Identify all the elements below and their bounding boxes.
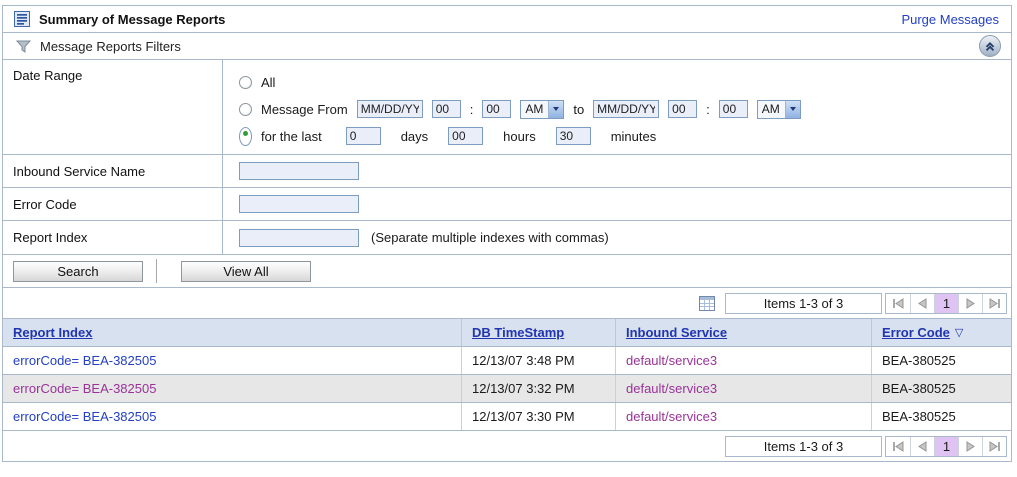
table-row: errorCode= BEA-382505 12/13/07 3:30 PM d… [3,403,1011,431]
for-the-last-radio-label: for the last [261,128,322,144]
error-code-input[interactable] [239,195,359,213]
previous-page-button[interactable] [910,293,934,313]
date-range-options: All Message From : AM to : AM [223,60,1011,154]
report-index-row: Report Index (Separate multiple indexes … [3,221,1011,255]
search-button[interactable]: Search [13,260,143,282]
all-radio[interactable] [239,75,252,89]
last-page-button[interactable] [982,436,1006,456]
from-minute-input[interactable] [482,100,512,118]
last-hours-input[interactable] [448,127,484,145]
table-row: errorCode= BEA-382505 12/13/07 3:32 PM d… [3,375,1011,403]
collapse-filters-button[interactable] [979,35,1001,57]
page-title: Summary of Message Reports [39,11,226,27]
pager: 1 [885,292,1007,314]
from-date-input[interactable] [356,100,423,118]
inbound-service-link[interactable]: default/service3 [626,353,717,368]
column-header-error-code[interactable]: Error Code [882,325,950,340]
for-the-last-radio[interactable] [239,126,252,146]
from-ampm-select[interactable]: AM [520,99,565,119]
db-timestamp-cell: 12/13/07 3:48 PM [462,347,616,374]
from-ampm-value: AM [521,100,549,118]
report-index-label: Report Index [3,221,223,254]
message-from-radio[interactable] [239,102,252,116]
message-reports-panel: Summary of Message Reports Purge Message… [2,5,1012,462]
date-range-label: Date Range [3,60,223,154]
to-minute-input[interactable] [718,100,748,118]
inbound-service-row: Inbound Service Name [3,155,1011,188]
items-count-box: Items 1-3 of 3 [725,435,882,457]
minutes-label: minutes [610,128,657,144]
inbound-service-link[interactable]: default/service3 [626,381,717,396]
date-range-option-all: All [239,72,275,92]
last-days-input[interactable] [345,127,381,145]
filter-bar-title: Message Reports Filters [40,38,181,54]
chevron-down-icon [784,100,800,118]
db-timestamp-cell: 12/13/07 3:32 PM [462,375,616,402]
to-label: to [573,101,585,117]
error-code-cell: BEA-380525 [882,381,956,396]
hours-label: hours [503,128,536,144]
table-grid-icon[interactable] [699,295,715,311]
column-header-report-index[interactable]: Report Index [13,325,92,340]
from-hour-input[interactable] [431,100,461,118]
last-page-button[interactable] [982,293,1006,313]
first-page-button[interactable] [886,436,910,456]
table-row: errorCode= BEA-382505 12/13/07 3:48 PM d… [3,347,1011,375]
report-document-icon [14,11,30,27]
to-ampm-value: AM [757,100,785,118]
date-range-option-last: for the last days hours minutes [239,126,656,146]
report-index-input[interactable] [239,228,359,247]
to-hour-input[interactable] [668,100,698,118]
filter-funnel-icon [16,40,31,53]
inbound-service-input[interactable] [239,162,359,180]
error-code-row: Error Code [3,188,1011,221]
last-minutes-input[interactable] [555,127,591,145]
from-time-separator: : [469,101,474,117]
table-header-row: Report Index DB TimeStamp Inbound Servic… [3,319,1011,347]
error-code-label: Error Code [3,188,223,220]
report-index-hint: (Separate multiple indexes with commas) [371,230,609,245]
column-header-inbound-service[interactable]: Inbound Service [626,325,727,340]
pager: 1 [885,435,1007,457]
date-range-row: Date Range All Message From : AM to [3,60,1011,155]
next-page-button[interactable] [958,293,982,313]
filter-buttons-row: Search View All [3,255,1011,288]
to-time-separator: : [706,101,710,117]
db-timestamp-cell: 12/13/07 3:30 PM [462,403,616,430]
date-range-option-message-from: Message From : AM to : AM [239,99,801,119]
current-page-button[interactable]: 1 [934,436,958,456]
sort-descending-icon: ▽ [954,327,964,339]
days-label: days [400,128,429,144]
error-code-cell: BEA-380525 [882,409,956,424]
all-radio-label: All [261,74,276,90]
report-index-link[interactable]: errorCode= BEA-382505 [13,381,156,396]
bottom-pagination-bar: Items 1-3 of 3 1 [3,431,1011,461]
title-bar: Summary of Message Reports Purge Message… [3,6,1011,33]
view-all-button[interactable]: View All [181,260,311,282]
filter-header-bar: Message Reports Filters [3,33,1011,60]
items-count-box: Items 1-3 of 3 [725,292,882,314]
next-page-button[interactable] [958,436,982,456]
report-index-link[interactable]: errorCode= BEA-382505 [13,409,156,424]
chevron-down-icon [548,100,564,118]
inbound-service-label: Inbound Service Name [3,155,223,187]
to-date-input[interactable] [593,100,660,118]
to-ampm-select[interactable]: AM [756,99,801,119]
first-page-button[interactable] [886,293,910,313]
current-page-button[interactable]: 1 [934,293,958,313]
message-from-radio-label: Message From [261,101,348,117]
button-divider [156,259,157,283]
previous-page-button[interactable] [910,436,934,456]
inbound-service-link[interactable]: default/service3 [626,409,717,424]
report-index-link[interactable]: errorCode= BEA-382505 [13,353,156,368]
error-code-cell: BEA-380525 [882,353,956,368]
column-header-db-timestamp[interactable]: DB TimeStamp [472,325,564,340]
purge-messages-link[interactable]: Purge Messages [901,12,999,27]
top-pagination-bar: Items 1-3 of 3 1 [3,288,1011,319]
